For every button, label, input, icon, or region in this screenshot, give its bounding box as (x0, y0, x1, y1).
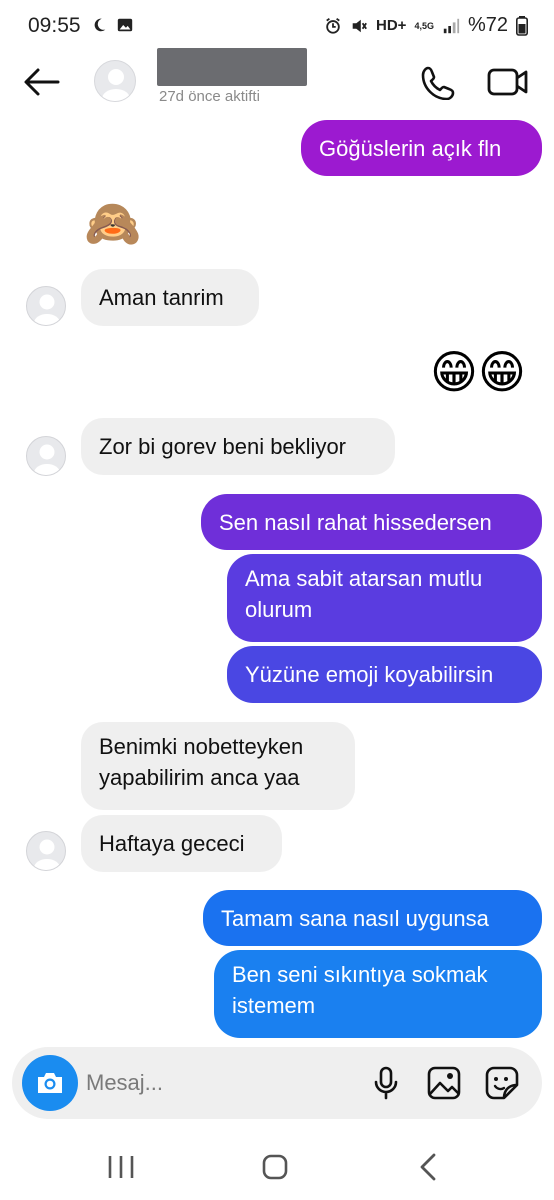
message-outgoing[interactable]: Sen nasıl rahat hissedersen (201, 494, 542, 550)
sender-avatar[interactable] (26, 286, 66, 326)
chat-header: 27d önce aktifti (0, 48, 554, 110)
message-composer (12, 1047, 542, 1119)
message-incoming[interactable]: Zor bi gorev beni bekliyor (81, 418, 395, 475)
message-input[interactable] (86, 1067, 346, 1099)
signal-icon (443, 18, 460, 33)
back-arrow-icon[interactable] (22, 66, 60, 98)
mute-icon (352, 19, 367, 32)
network-badge: HD+ (376, 17, 407, 34)
status-bar: 09:55 HD+ 4,5G %72 (0, 0, 554, 54)
video-camera-icon[interactable] (486, 64, 530, 100)
home-icon[interactable] (258, 1152, 292, 1182)
sender-avatar[interactable] (26, 436, 66, 476)
contact-avatar[interactable] (94, 60, 136, 102)
status-time: 09:55 (28, 14, 81, 37)
system-navigation-bar (0, 1132, 554, 1200)
grinning-emoji[interactable]: 😁😁 (430, 344, 526, 400)
moon-icon (94, 18, 106, 32)
battery-icon (516, 15, 528, 36)
message-outgoing[interactable]: Göğüslerin açık fln (301, 120, 542, 176)
recents-icon[interactable] (104, 1152, 138, 1182)
message-incoming[interactable]: Haftaya gececi (81, 815, 282, 872)
monkey-emoji[interactable]: 🙈 (84, 195, 141, 251)
sticker-icon[interactable] (484, 1065, 520, 1101)
network-generation: 4,5G (414, 20, 434, 31)
contact-name-redacted[interactable] (157, 48, 307, 86)
message-outgoing[interactable]: Ama sabit atarsan mutlu olurum (227, 554, 542, 642)
image-notification-icon (117, 18, 133, 32)
message-incoming[interactable]: Aman tanrim (81, 269, 259, 326)
gallery-icon[interactable] (426, 1065, 462, 1101)
message-outgoing[interactable]: Ben seni sıkıntıya sokmak istemem (214, 950, 542, 1038)
camera-icon (38, 1073, 62, 1093)
battery-level: %72 (467, 14, 508, 36)
microphone-icon[interactable] (368, 1065, 404, 1101)
alarm-icon (326, 17, 340, 34)
back-nav-icon[interactable] (412, 1152, 446, 1182)
sender-avatar[interactable] (26, 831, 66, 871)
message-outgoing[interactable]: Yüzüne emoji koyabilirsin (227, 646, 542, 703)
last-active-status: 27d önce aktifti (159, 88, 260, 105)
message-outgoing[interactable]: Tamam sana nasıl uygunsa (203, 890, 542, 946)
message-incoming[interactable]: Benimki nobetteyken yapabilirim anca yaa (81, 722, 355, 810)
camera-button[interactable] (22, 1055, 78, 1111)
phone-icon[interactable] (418, 64, 458, 100)
